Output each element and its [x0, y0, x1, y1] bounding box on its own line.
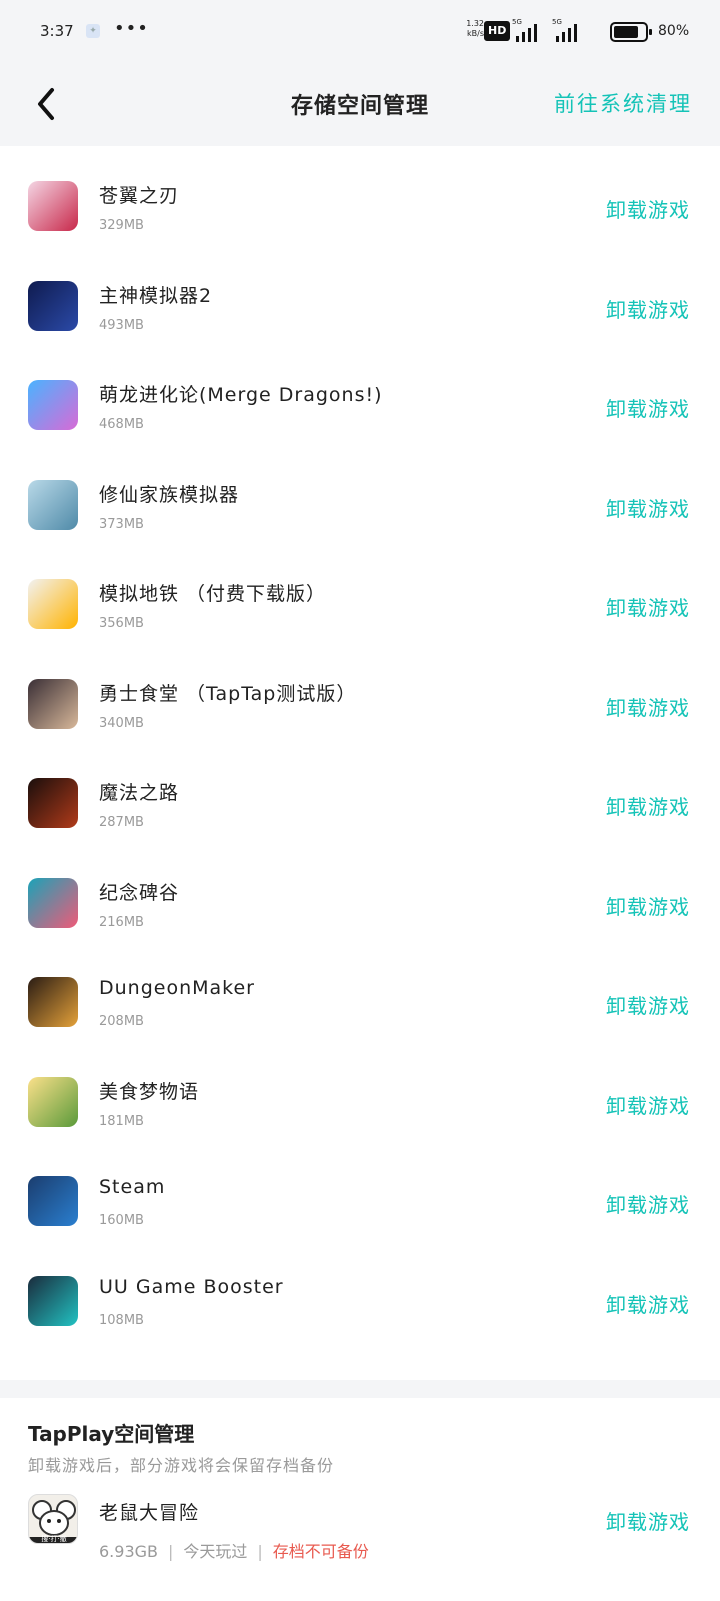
- game-row: 魔法之路 287MB 卸载游戏: [0, 743, 720, 844]
- notification-app-icon: ✦: [86, 24, 100, 38]
- game-row: 勇士食堂 （TapTap测试版） 340MB 卸载游戏: [0, 644, 720, 745]
- battery-icon: [610, 22, 652, 42]
- game-row: 主神模拟器2 493MB 卸载游戏: [0, 246, 720, 347]
- nav-bar: 存储空间管理 前往系统清理: [0, 64, 720, 146]
- mouse-character-icon: 搜·打·撤: [28, 1494, 78, 1544]
- game-name: Steam: [99, 1176, 166, 1198]
- pixel-chef-icon: [28, 1077, 78, 1127]
- game-name: 纪念碑谷: [99, 882, 180, 904]
- tapplay-game-name: 老鼠大冒险: [99, 1502, 200, 1524]
- game-size: 216MB: [99, 915, 144, 930]
- game-row: 模拟地铁 （付费下载版） 356MB 卸载游戏: [0, 544, 720, 645]
- steam-logo-icon: [28, 1176, 78, 1226]
- tapplay-description: 卸载游戏后，部分游戏将会保留存档备份: [28, 1456, 335, 1475]
- network-speed-value: 1.32: [466, 19, 484, 28]
- uninstall-button[interactable]: 卸载游戏: [606, 493, 690, 522]
- game-row: 美食梦物语 181MB 卸载游戏: [0, 1042, 720, 1143]
- tapplay-game-meta: 6.93GB | 今天玩过 | 存档不可备份: [99, 1538, 369, 1562]
- hd-voice-icon: HD: [484, 21, 511, 41]
- meta-separator: |: [168, 1542, 174, 1561]
- uninstall-button[interactable]: 卸载游戏: [606, 1189, 690, 1218]
- save-warning: 存档不可备份: [272, 1542, 369, 1561]
- uninstall-button[interactable]: 卸载游戏: [606, 1289, 690, 1318]
- signal-icon-sim2: 5G: [552, 18, 582, 42]
- signal-icon-sim1: 5G: [512, 18, 542, 42]
- anime-girl-icon: [28, 679, 78, 729]
- section-divider: [0, 1380, 720, 1398]
- game-list: 苍翼之刃 329MB 卸载游戏 主神模拟器2 493MB 卸载游戏 萌龙进化论(Merge …: [0, 146, 720, 1380]
- metro-ring-icon: [28, 579, 78, 629]
- game-size: 340MB: [99, 716, 144, 731]
- uninstall-button[interactable]: 卸载游戏: [606, 592, 690, 621]
- uu-booster-icon: [28, 1276, 78, 1326]
- more-notifications-icon: •••: [114, 18, 149, 39]
- game-name: 模拟地铁 （付费下载版）: [99, 583, 327, 605]
- game-name: 美食梦物语: [99, 1081, 200, 1103]
- game-row: UU Game Booster 108MB 卸载游戏: [0, 1241, 720, 1342]
- game-row: DungeonMaker 208MB 卸载游戏: [0, 942, 720, 1043]
- tapplay-title: TapPlay空间管理: [28, 1422, 195, 1446]
- game-name: 主神模拟器2: [99, 285, 213, 307]
- monument-icon: [28, 878, 78, 928]
- dark-mage-icon: [28, 778, 78, 828]
- game-name: 魔法之路: [99, 782, 180, 804]
- uninstall-button[interactable]: 卸载游戏: [606, 393, 690, 422]
- uninstall-button[interactable]: 卸载游戏: [606, 990, 690, 1019]
- game-row: Steam 160MB 卸载游戏: [0, 1141, 720, 1242]
- uninstall-button[interactable]: 卸载游戏: [606, 294, 690, 323]
- game-row: 修仙家族模拟器 373MB 卸载游戏: [0, 445, 720, 546]
- dark-blue-logo-icon: [28, 281, 78, 331]
- network-speed: 1.32 kB/s: [458, 19, 484, 39]
- game-size: 356MB: [99, 616, 144, 631]
- game-row: 苍翼之刃 329MB 卸载游戏: [0, 146, 720, 247]
- tapplay-section: TapPlay空间管理 卸载游戏后，部分游戏将会保留存档备份 搜·打·撤 老鼠大…: [0, 1398, 720, 1601]
- game-size: 181MB: [99, 1114, 144, 1129]
- game-name: 勇士食堂 （TapTap测试版）: [99, 683, 357, 705]
- game-row: 萌龙进化论(Merge Dragons!) 468MB 卸载游戏: [0, 345, 720, 446]
- status-time: 3:37: [40, 22, 74, 40]
- game-size: 468MB: [99, 417, 144, 432]
- game-size: 373MB: [99, 517, 144, 532]
- signal-label-sim1: 5G: [512, 18, 522, 26]
- game-size: 287MB: [99, 815, 144, 830]
- uninstall-button[interactable]: 卸载游戏: [606, 791, 690, 820]
- calligraphy-icon: [28, 480, 78, 530]
- pink-egg-icon: [28, 380, 78, 430]
- battery-percent: 80%: [658, 23, 690, 39]
- game-size: 208MB: [99, 1014, 144, 1029]
- network-speed-unit: kB/s: [467, 29, 484, 38]
- tapplay-game-row: 搜·打·撤 老鼠大冒险 6.93GB | 今天玩过 | 存档不可备份 卸载游戏: [0, 1484, 720, 1594]
- uninstall-button[interactable]: 卸载游戏: [606, 194, 690, 223]
- tapplay-last-played: 今天玩过: [183, 1542, 248, 1561]
- meta-separator: |: [257, 1542, 263, 1561]
- game-size: 329MB: [99, 218, 144, 233]
- game-name: DungeonMaker: [99, 977, 255, 999]
- uninstall-button[interactable]: 卸载游戏: [606, 1090, 690, 1119]
- uninstall-button[interactable]: 卸载游戏: [606, 891, 690, 920]
- game-name: 苍翼之刃: [99, 185, 180, 207]
- game-name: 萌龙进化论(Merge Dragons!): [99, 384, 383, 406]
- game-name: 修仙家族模拟器: [99, 484, 240, 506]
- uninstall-button[interactable]: 卸载游戏: [606, 692, 690, 721]
- dungeon-character-icon: [28, 977, 78, 1027]
- system-cleanup-link[interactable]: 前往系统清理: [554, 88, 692, 118]
- signal-label-sim2: 5G: [552, 18, 562, 26]
- uninstall-button[interactable]: 卸载游戏: [606, 1506, 690, 1535]
- game-row: 纪念碑谷 216MB 卸载游戏: [0, 843, 720, 944]
- mouse-icon-label: 搜·打·撤: [41, 1535, 67, 1543]
- game-size: 160MB: [99, 1213, 144, 1228]
- status-bar: 3:37 ✦ ••• 1.32 kB/s HD 5G 5G 80%: [0, 0, 720, 64]
- tapplay-game-size: 6.93GB: [99, 1542, 158, 1561]
- red-anime-character-icon: [28, 181, 78, 231]
- game-size: 493MB: [99, 318, 144, 333]
- game-size: 108MB: [99, 1313, 144, 1328]
- game-name: UU Game Booster: [99, 1276, 284, 1298]
